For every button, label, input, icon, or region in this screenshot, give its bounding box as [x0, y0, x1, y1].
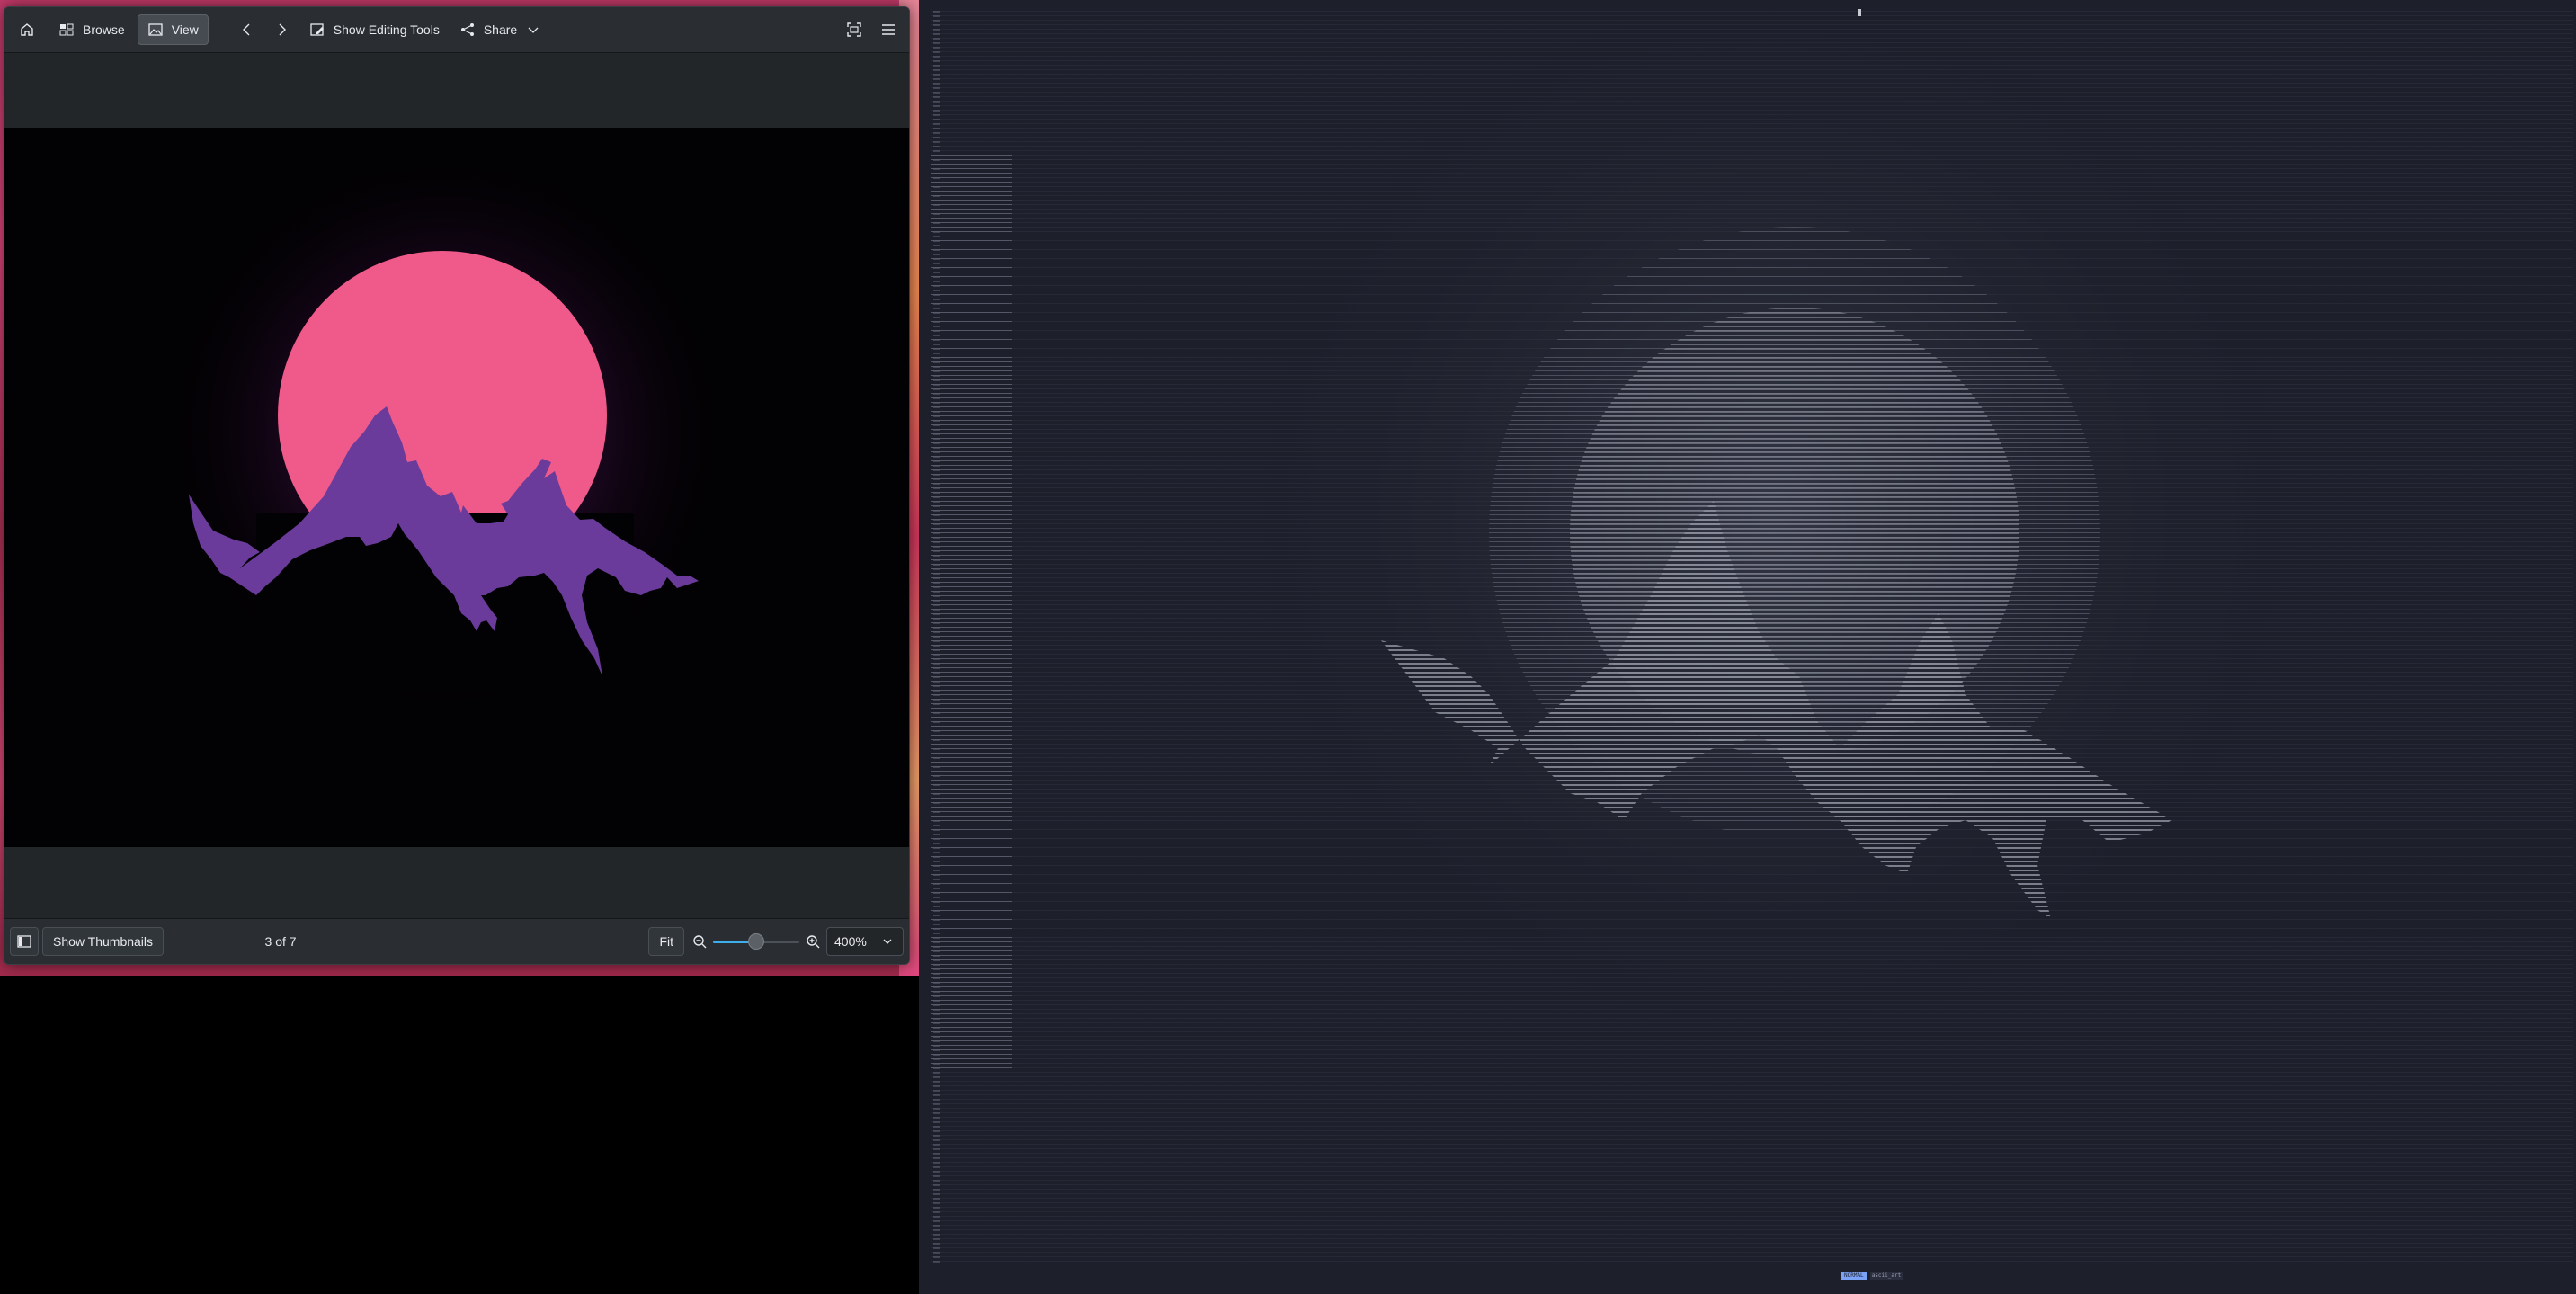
zoom-in-icon[interactable] — [805, 933, 821, 950]
terminal-file-label: ascii_art — [1869, 1272, 1903, 1280]
show-thumbnails-label: Show Thumbnails — [53, 934, 154, 949]
zoom-level-value: 400% — [834, 934, 867, 949]
image-position-text: 3 of 7 — [264, 934, 297, 949]
hamburger-menu-button[interactable] — [871, 14, 905, 45]
view-label: View — [171, 22, 199, 37]
fullscreen-button[interactable] — [837, 14, 871, 45]
view-button[interactable]: View — [137, 14, 209, 45]
zoom-out-icon[interactable] — [691, 933, 708, 950]
viewer-toolbar: Browse View Show Editing Tools Share — [4, 7, 909, 53]
image-viewer-window: Browse View Show Editing Tools Share Sho… — [4, 6, 910, 965]
image-display[interactable] — [4, 128, 909, 847]
sidebar-icon — [16, 933, 32, 950]
vim-mode-indicator: NORMAL — [1841, 1272, 1867, 1280]
image-canvas-area — [4, 53, 909, 919]
share-icon — [459, 22, 476, 38]
browse-label: Browse — [83, 22, 125, 37]
fit-label: Fit — [659, 934, 673, 949]
home-button[interactable] — [10, 14, 44, 45]
next-image-button[interactable] — [264, 14, 299, 45]
zoom-level-select[interactable]: 400% — [826, 927, 904, 956]
previous-image-button[interactable] — [230, 14, 264, 45]
show-thumbnails-button[interactable]: Show Thumbnails — [42, 927, 165, 956]
chevron-left-icon — [239, 22, 255, 38]
terminal-cursor — [1858, 9, 1861, 16]
edit-image-icon — [309, 22, 325, 38]
mountain-sunset-image — [4, 128, 909, 847]
ascii-art-render — [931, 11, 2573, 1072]
hamburger-menu-icon — [880, 22, 896, 38]
home-icon — [19, 22, 35, 38]
sidebar-toggle-button[interactable] — [10, 927, 39, 956]
share-button[interactable]: Share — [450, 14, 550, 45]
share-label: Share — [483, 22, 518, 37]
viewer-statusbar: Show Thumbnails 3 of 7 Fit 400% — [4, 918, 909, 964]
chevron-right-icon — [273, 22, 290, 38]
image-icon — [147, 22, 164, 38]
terminal-ascii-art — [931, 11, 2573, 1265]
chevron-down-icon — [879, 933, 896, 950]
show-editing-tools-button[interactable]: Show Editing Tools — [300, 14, 449, 45]
fullscreen-icon — [846, 22, 862, 38]
chevron-down-icon — [525, 22, 541, 38]
fit-button[interactable]: Fit — [648, 927, 684, 956]
zoom-slider-handle[interactable] — [748, 933, 764, 950]
terminal-window[interactable]: NORMAL ascii_art — [919, 0, 2576, 1294]
browse-button[interactable]: Browse — [49, 14, 134, 45]
show-editing-tools-label: Show Editing Tools — [333, 22, 440, 37]
browse-grid-icon — [58, 22, 75, 38]
zoom-slider[interactable] — [713, 933, 799, 950]
terminal-statusline: NORMAL ascii_art — [1841, 1272, 1903, 1280]
